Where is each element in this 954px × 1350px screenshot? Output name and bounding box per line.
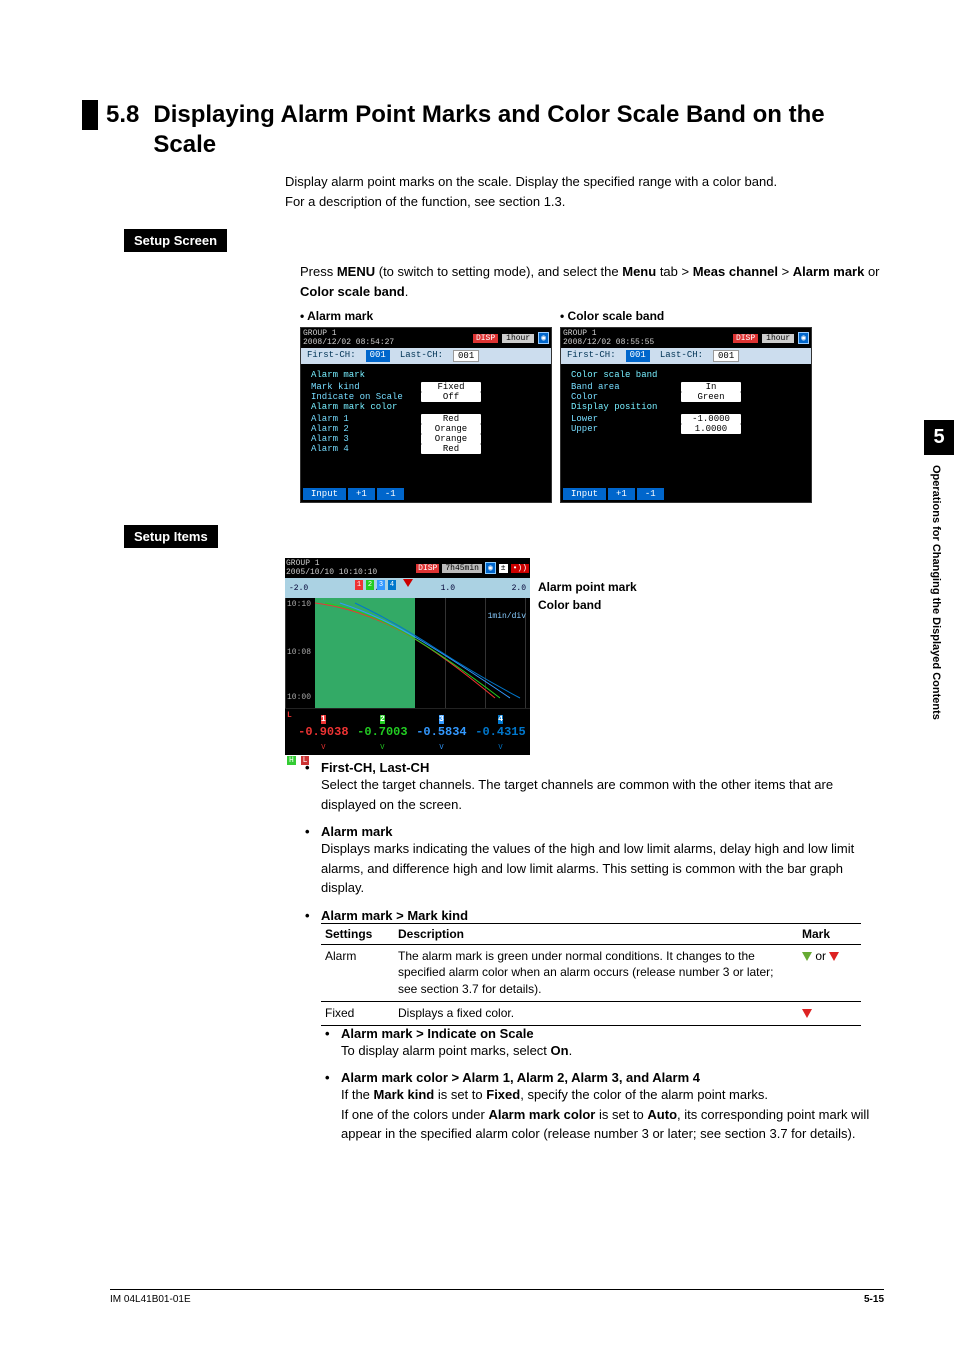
setup-screens-row: • Alarm mark GROUP 12008/12/02 08:54:27 …: [300, 309, 884, 503]
alarm-mark-device: GROUP 12008/12/02 08:54:27 DISP 1hour ◉ …: [300, 327, 552, 503]
disp-icon: DISP: [416, 564, 439, 573]
trend-screen: GROUP 12005/10/10 10:10:10 DISP 7h45min …: [285, 558, 530, 748]
list-item: Alarm mark > Mark kind Settings Descript…: [305, 908, 884, 1144]
intro-line1: Display alarm point marks on the scale. …: [285, 172, 884, 192]
trend-annotations: Alarm point mark Color band: [538, 558, 637, 614]
section-number: 5.8: [82, 100, 153, 130]
section-title-text: Displaying Alarm Point Marks and Color S…: [153, 100, 884, 160]
side-tab: 5 Operations for Changing the Displayed …: [924, 420, 954, 730]
list-item: Alarm mark Displays marks indicating the…: [305, 824, 884, 898]
disp-icon: DISP: [473, 334, 498, 343]
zoom-icon: ±: [499, 564, 508, 573]
alarm-mark-screen-col: • Alarm mark GROUP 12008/12/02 08:54:27 …: [300, 309, 550, 503]
setup-items-heading: Setup Items: [124, 525, 218, 548]
setup-screen-instruction: Press MENU (to switch to setting mode), …: [300, 262, 884, 301]
triangle-red-icon: [802, 1009, 812, 1018]
color-band-device: GROUP 12008/12/02 08:55:55 DISP 1hour ◉ …: [560, 327, 812, 503]
intro-line2: For a description of the function, see s…: [285, 192, 884, 212]
nested-list: Alarm mark > Indicate on Scale To displa…: [325, 1026, 884, 1144]
mark-fixed-icon-cell: [798, 1001, 861, 1025]
mark-alarm-icons: or: [798, 944, 861, 1001]
alarm-mark-caption: • Alarm mark: [300, 309, 550, 323]
list-item: Alarm mark > Indicate on Scale To displa…: [325, 1026, 884, 1061]
color-band-screen-col: • Color scale band GROUP 12008/12/02 08:…: [560, 309, 810, 503]
low-indicator: L: [285, 709, 294, 755]
disp-icon: DISP: [733, 334, 758, 343]
chapter-label: Operations for Changing the Displayed Co…: [924, 455, 948, 730]
intro-text: Display alarm point marks on the scale. …: [285, 172, 884, 211]
section-heading: 5.8 Displaying Alarm Point Marks and Col…: [110, 100, 884, 160]
camera-icon: ◉: [798, 332, 809, 344]
doc-id: IM 04L41B01-01E: [110, 1294, 191, 1305]
trend-display-row: GROUP 12005/10/10 10:10:10 DISP 7h45min …: [285, 558, 884, 748]
setup-items-list: First-CH, Last-CH Select the target chan…: [305, 760, 884, 1144]
chapter-number: 5: [924, 420, 954, 455]
camera-icon: ◉: [538, 332, 549, 344]
page-number: 5-15: [864, 1294, 884, 1305]
color-band-label: Color band: [538, 596, 637, 614]
alarm-point-mark-label: Alarm point mark: [538, 578, 637, 596]
mark-kind-table: Settings Description Mark Alarm The alar…: [321, 923, 861, 1026]
alarm-point-mark-icon: [403, 579, 413, 587]
triangle-green-icon: [802, 952, 812, 961]
list-item: First-CH, Last-CH Select the target chan…: [305, 760, 884, 814]
setup-screen-heading: Setup Screen: [124, 229, 227, 252]
list-item: Alarm mark color > Alarm 1, Alarm 2, Ala…: [325, 1070, 884, 1144]
page-footer: IM 04L41B01-01E 5-15: [110, 1289, 884, 1305]
signal-icon: •)): [511, 564, 529, 573]
color-band-caption: • Color scale band: [560, 309, 810, 323]
camera-icon: ◉: [485, 562, 496, 574]
triangle-red-icon: [829, 952, 839, 961]
